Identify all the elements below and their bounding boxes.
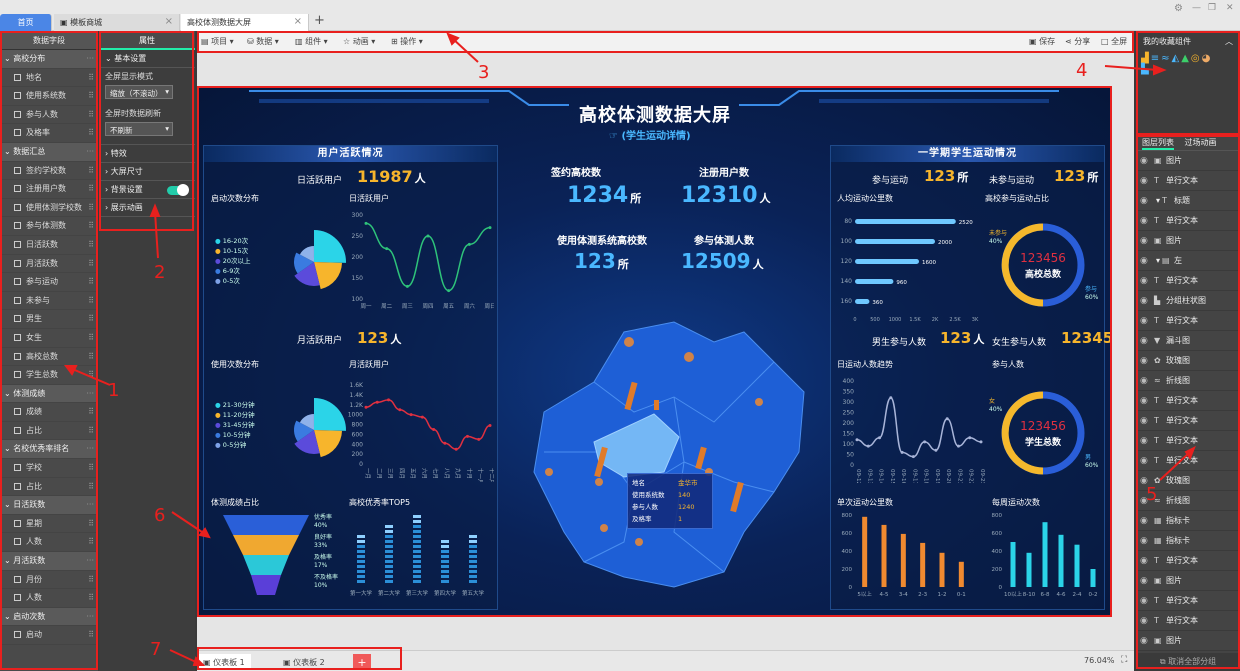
annotation-label-7: 7 (150, 639, 162, 660)
close-icon[interactable]: × (165, 16, 173, 27)
annotation-box-6 (197, 86, 1112, 617)
tab-active-dashboard[interactable]: 高校体测数据大屏 × (181, 14, 309, 31)
minimize-icon[interactable]: — (1192, 3, 1201, 13)
settings-icon[interactable]: ⚙ (1174, 3, 1183, 14)
window-tab-bar: 首页 ▣ 模板商城 × 高校体测数据大屏 × + ⚙ — ❐ ✕ (0, 0, 1240, 31)
store-icon: ▣ (60, 18, 68, 27)
window-close-icon[interactable]: ✕ (1226, 3, 1234, 13)
annotation-box-7 (197, 647, 402, 670)
annotation-label-6: 6 (154, 505, 166, 526)
annotation-label-3: 3 (478, 62, 490, 83)
tab-home[interactable]: 首页 (0, 14, 52, 31)
annotation-box-3 (197, 31, 1134, 53)
fit-screen-icon[interactable]: ⛶ (1121, 655, 1127, 665)
new-tab-button[interactable]: + (314, 13, 325, 28)
annotation-label-1: 1 (108, 380, 120, 401)
tab-template-store[interactable]: ▣ 模板商城 × (54, 14, 180, 31)
annotation-box-1 (0, 31, 98, 670)
annotation-label-4: 4 (1076, 60, 1088, 81)
close-icon[interactable]: × (294, 16, 302, 27)
tab-active-label: 高校体测数据大屏 (187, 18, 251, 27)
annotation-label-2: 2 (154, 262, 166, 283)
tab-template-store-label: 模板商城 (70, 18, 103, 27)
annotation-box-2 (99, 31, 194, 231)
annotation-box-5 (1136, 135, 1240, 669)
restore-icon[interactable]: ❐ (1208, 3, 1216, 13)
zoom-level[interactable]: 76.04% (1084, 656, 1115, 665)
annotation-label-5: 5 (1146, 484, 1158, 505)
annotation-box-4 (1136, 31, 1240, 135)
